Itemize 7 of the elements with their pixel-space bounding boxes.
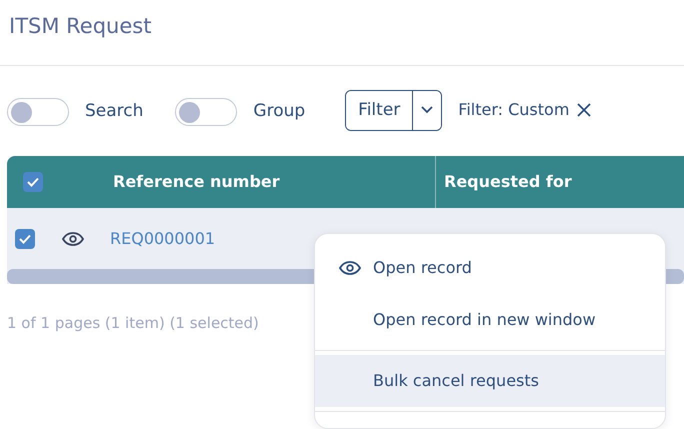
toggle-label: Search [85,100,144,124]
filter-indicator: Filter: Custom [458,99,570,121]
column-header: Reference number [113,171,280,193]
pager-info: 1 of 1 pages (1 item) (1 selected) [7,313,259,334]
toggle-label: Group [253,100,306,124]
page-title: ITSM Request [0,0,684,66]
column-header: Requested for [444,171,572,193]
